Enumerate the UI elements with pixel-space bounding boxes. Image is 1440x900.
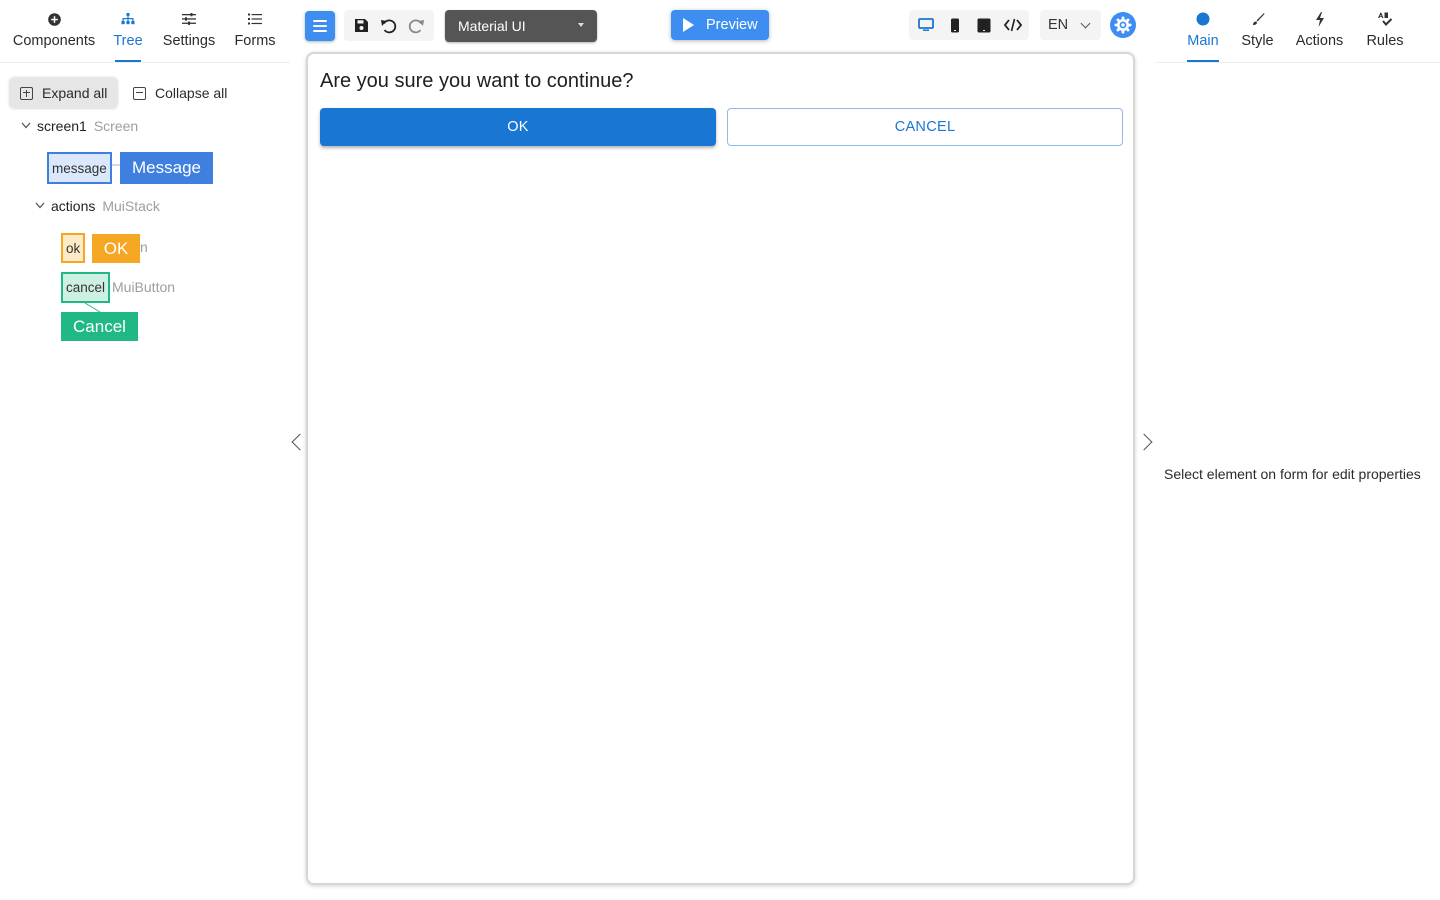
tree-node-name: cancel [66, 280, 106, 295]
redo-button[interactable] [404, 14, 428, 38]
app-settings-button[interactable] [1110, 12, 1136, 38]
component-badge-ok[interactable]: OK [92, 234, 140, 263]
redo-icon [408, 19, 424, 33]
device-toolbar [909, 10, 1029, 40]
cancel-button[interactable]: CANCEL [727, 108, 1123, 146]
undo-button[interactable] [377, 14, 401, 38]
expand-all-label: Expand all [42, 85, 108, 101]
tabbar-divider [1155, 62, 1440, 63]
menu-button[interactable] [305, 11, 335, 41]
preview-label: Preview [706, 17, 758, 33]
component-badge-message[interactable]: Message [120, 152, 213, 184]
chevron-down-icon [1080, 18, 1091, 29]
tab-components[interactable]: Components [12, 0, 96, 62]
tree-node-type: Screen [93, 118, 139, 134]
list-icon [248, 12, 262, 26]
tab-style-label: Style [1241, 33, 1274, 49]
tree-node-type: MuiStack [102, 198, 160, 214]
circle-icon [1196, 12, 1210, 26]
expand-all-button[interactable]: Expand all [10, 78, 117, 108]
tree-node-cancel[interactable]: cancel [61, 272, 111, 303]
play-icon [683, 18, 694, 32]
form-canvas[interactable]: Are you sure you want to continue? OK CA… [306, 52, 1135, 885]
tab-rules-label: Rules [1366, 33, 1404, 49]
sliders-icon [182, 12, 196, 26]
tree-node-name: actions [51, 198, 96, 214]
tree-node-screen1[interactable]: screen1 Screen [21, 118, 138, 134]
tab-actions[interactable]: Actions [1296, 0, 1343, 62]
ui-library-select[interactable]: Material UI [445, 10, 597, 42]
tree-node-type: MuiButton [112, 279, 176, 295]
code-icon [1003, 18, 1022, 32]
tabbar-divider [0, 62, 290, 63]
mobile-view-button[interactable] [943, 13, 967, 37]
desktop-icon [917, 18, 934, 31]
chevron-down-icon [35, 200, 45, 212]
collapse-all-button[interactable]: Collapse all [133, 78, 227, 108]
caret-down-icon [578, 23, 584, 27]
tab-components-label: Components [12, 33, 96, 49]
tree-icon [121, 12, 135, 26]
rules-icon [1377, 12, 1393, 26]
tree-node-name: message [52, 160, 107, 176]
chevron-down-icon [21, 120, 31, 132]
collapse-right-panel-arrow[interactable] [1135, 433, 1153, 451]
square-plus-icon [20, 86, 33, 100]
tablet-icon [977, 18, 990, 32]
plus-circle-icon [47, 12, 61, 26]
lightning-icon [1315, 11, 1325, 27]
save-icon [355, 19, 369, 32]
language-select[interactable]: EN [1040, 10, 1101, 40]
mobile-icon [950, 18, 959, 32]
collapse-all-label: Collapse all [155, 85, 228, 101]
file-toolbar [344, 10, 434, 41]
language-value: EN [1048, 17, 1069, 33]
tree-node-type-fragment: n [140, 239, 148, 255]
tab-settings[interactable]: Settings [163, 0, 215, 62]
tree-node-ok[interactable]: ok [61, 233, 86, 263]
ui-library-value: Material UI [458, 18, 526, 34]
component-badge-cancel[interactable]: Cancel [61, 312, 138, 341]
square-minus-icon [133, 86, 146, 100]
undo-icon [381, 19, 397, 33]
brush-icon [1251, 12, 1265, 26]
tab-settings-label: Settings [162, 33, 216, 49]
left-panel: Components Tree Settings Forms Expand al… [0, 0, 290, 900]
desktop-view-button[interactable] [914, 13, 938, 37]
tab-style[interactable]: Style [1241, 0, 1274, 62]
tab-main[interactable]: Main [1187, 0, 1219, 62]
tab-main-label: Main [1187, 33, 1219, 49]
properties-empty-hint: Select element on form for edit properti… [1164, 466, 1421, 482]
code-view-button[interactable] [1001, 13, 1025, 37]
tab-tree-label: Tree [113, 33, 143, 49]
tab-forms[interactable]: Forms [234, 0, 276, 62]
preview-button[interactable]: Preview [671, 10, 769, 40]
tree-node-message[interactable]: message [47, 152, 112, 184]
tree-node-name: ok [66, 240, 81, 256]
dialog-message[interactable]: Are you sure you want to continue? [320, 70, 634, 93]
hamburger-icon [313, 20, 327, 22]
save-button[interactable] [350, 14, 374, 38]
tree-node-name: screen1 [37, 118, 87, 134]
tab-tree[interactable]: Tree [113, 0, 143, 62]
tab-actions-label: Actions [1295, 33, 1344, 49]
tablet-view-button[interactable] [972, 13, 996, 37]
ok-button[interactable]: OK [320, 108, 716, 146]
tree-node-actions[interactable]: actions MuiStack [35, 198, 160, 214]
gear-icon [1114, 16, 1132, 34]
tab-rules[interactable]: Rules [1365, 0, 1405, 62]
tab-forms-label: Forms [234, 33, 276, 49]
